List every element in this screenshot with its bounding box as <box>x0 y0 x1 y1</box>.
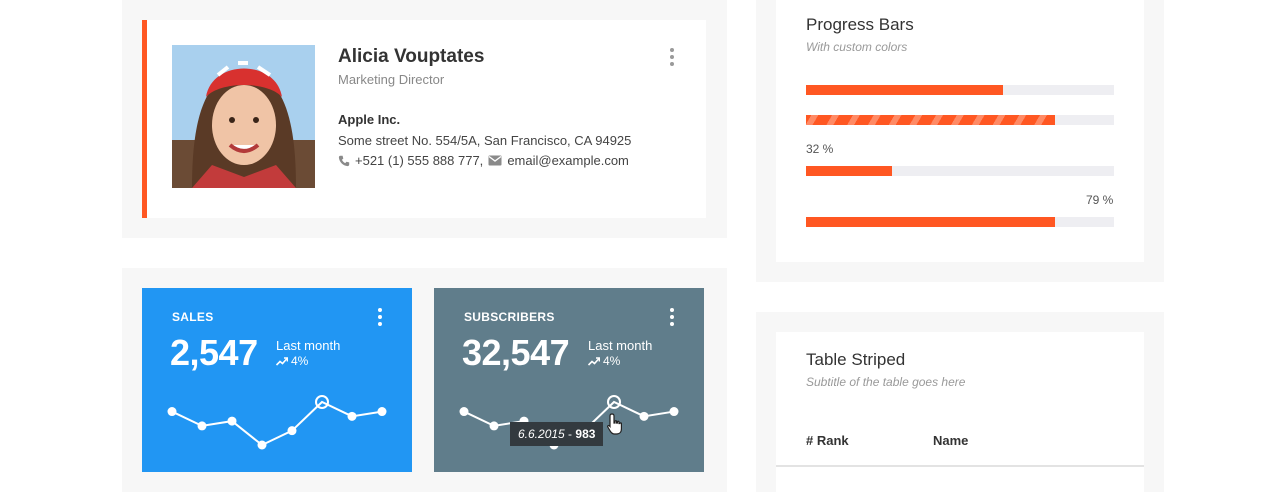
subscribers-sparkline-point[interactable] <box>489 421 499 431</box>
profile-address: Some street No. 554/5A, San Francisco, C… <box>338 133 632 148</box>
tooltip-date: 6.6.2015 <box>518 427 565 441</box>
sparkline-tooltip: 6.6.2015 - 983 <box>510 422 604 446</box>
column-header-rank[interactable]: # Rank <box>806 433 849 448</box>
sales-sparkline-point[interactable] <box>287 426 297 436</box>
sales-trend: 4% <box>276 354 308 368</box>
column-header-name[interactable]: Name <box>933 433 968 448</box>
table-title: Table Striped <box>806 350 906 369</box>
profile-name: Alicia Vouptates <box>338 46 485 67</box>
sales-sparkline-point[interactable] <box>227 416 237 426</box>
sales-sparkline-point[interactable] <box>257 440 267 450</box>
progress-fill-2 <box>806 115 1056 125</box>
profile-company: Apple Inc. <box>338 112 401 127</box>
profile-email[interactable]: email@example.com <box>507 153 629 168</box>
sales-value: 2,547 <box>170 332 258 373</box>
avatar <box>172 45 315 188</box>
progress-fill-1 <box>806 85 1004 95</box>
subscribers-sparkline-point[interactable] <box>459 407 469 417</box>
progress-fill-3 <box>806 166 893 176</box>
trending-up-icon <box>588 356 600 366</box>
sales-widget: SALES 2,547 Last month 4% <box>142 288 412 472</box>
profile-contact: +521 (1) 555 888 777, email@example.com <box>338 153 629 168</box>
progress-label-4: 79 % <box>1086 193 1114 207</box>
subscribers-label: SUBSCRIBERS <box>464 310 555 324</box>
table-subtitle: Subtitle of the table goes here <box>806 375 966 389</box>
sales-sparkline-point[interactable] <box>167 407 177 417</box>
progress-bar-3 <box>806 166 1114 176</box>
avatar-image <box>172 45 315 188</box>
sales-sparkline <box>167 395 387 450</box>
sales-label: SALES <box>172 310 214 324</box>
sales-trend-value: 4% <box>291 354 309 368</box>
table-header-divider <box>776 465 1144 467</box>
tooltip-separator: - <box>564 427 576 441</box>
progress-bar-4 <box>806 217 1114 227</box>
sales-period: Last month <box>276 338 341 353</box>
subscribers-trend-value: 4% <box>603 354 621 368</box>
hand-cursor-icon <box>607 413 622 435</box>
progress-fill-4 <box>806 217 1056 227</box>
tooltip-value: 983 <box>575 427 596 441</box>
sales-menu-button[interactable] <box>377 308 383 326</box>
subscribers-period: Last month <box>588 338 653 353</box>
profile-menu-button[interactable] <box>669 48 675 66</box>
sales-sparkline-point[interactable] <box>347 411 357 421</box>
mail-icon <box>488 155 502 166</box>
progress-subtitle: With custom colors <box>806 40 908 54</box>
sales-sparkline-point[interactable] <box>197 421 207 431</box>
progress-bar-2 <box>806 115 1114 125</box>
phone-icon <box>338 155 350 166</box>
subscribers-menu-button[interactable] <box>669 308 675 326</box>
trending-up-icon <box>276 356 288 366</box>
subscribers-sparkline-point[interactable] <box>639 411 649 421</box>
subscribers-trend: 4% <box>588 354 620 368</box>
progress-title: Progress Bars <box>806 15 914 34</box>
sales-sparkline-point[interactable] <box>377 407 387 417</box>
progress-bar-1 <box>806 85 1114 95</box>
profile-phone: +521 (1) 555 888 777, <box>355 153 484 168</box>
subscribers-sparkline-point[interactable] <box>669 407 679 417</box>
profile-job-title: Marketing Director <box>338 72 445 87</box>
subscribers-value: 32,547 <box>462 332 570 373</box>
progress-label-3: 32 % <box>806 142 834 156</box>
